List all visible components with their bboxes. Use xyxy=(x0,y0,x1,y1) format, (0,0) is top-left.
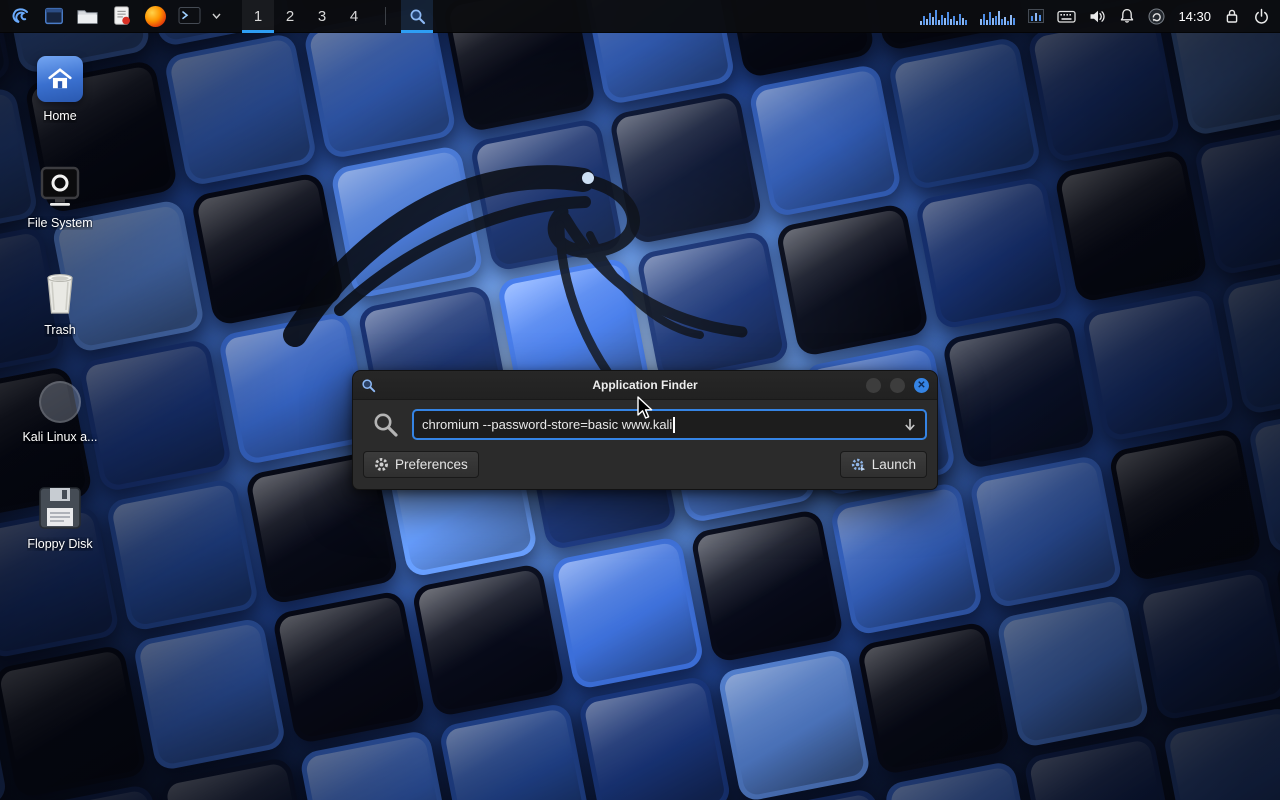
app-finder-task-button[interactable] xyxy=(401,0,433,33)
desktop: 1 2 3 4 xyxy=(0,0,1280,800)
home-icon xyxy=(37,50,83,102)
file-manager-icon xyxy=(76,5,99,28)
speaker-icon xyxy=(1089,9,1106,24)
launch-button[interactable]: Launch xyxy=(840,451,927,478)
titlebar-buttons: ✕ xyxy=(866,378,929,393)
file-manager-button[interactable] xyxy=(74,3,101,30)
bell-icon xyxy=(1119,8,1135,24)
floppy-disk-icon xyxy=(38,478,82,530)
trash-icon xyxy=(40,264,80,316)
volume-button[interactable] xyxy=(1089,9,1106,24)
app-finder-icon xyxy=(409,8,426,25)
close-button[interactable]: ✕ xyxy=(914,378,929,393)
launch-icon xyxy=(851,457,866,472)
terminal-icon xyxy=(178,6,201,26)
text-editor-icon xyxy=(111,5,133,27)
firefox-icon xyxy=(145,6,166,27)
terminal-button[interactable] xyxy=(176,3,203,30)
gear-icon xyxy=(374,457,389,472)
command-input[interactable]: chromium --password-store=basic www.kali xyxy=(412,409,927,440)
power-icon xyxy=(1253,8,1270,25)
kali-menu-icon xyxy=(9,5,31,27)
desktop-icon-label: Trash xyxy=(44,323,76,337)
text-caret xyxy=(673,417,675,433)
workspace-4[interactable]: 4 xyxy=(338,0,370,33)
clock[interactable]: 14:30 xyxy=(1178,9,1211,24)
lock-screen-button[interactable] xyxy=(1224,8,1240,24)
mini-graph-icon xyxy=(1028,9,1044,23)
panel-separator xyxy=(385,7,386,25)
minimize-button[interactable] xyxy=(866,378,881,393)
firefox-button[interactable] xyxy=(142,3,169,30)
desktop-icon-trash[interactable]: Trash xyxy=(12,264,108,371)
launch-label: Launch xyxy=(872,457,916,472)
desktop-icon-floppy-disk[interactable]: Floppy Disk xyxy=(12,478,108,585)
desktop-icon-list: Home File System xyxy=(12,50,108,585)
preferences-label: Preferences xyxy=(395,457,468,472)
update-icon xyxy=(1148,8,1165,25)
lock-icon xyxy=(1224,8,1240,24)
file-system-icon xyxy=(37,157,83,209)
desktop-icon-kali-shortcut[interactable]: Kali Linux a... xyxy=(12,371,108,478)
application-finder-window: Application Finder ✕ chromium --password… xyxy=(352,370,938,490)
desktop-icon-label: File System xyxy=(27,216,92,230)
history-dropdown-icon[interactable] xyxy=(903,417,917,432)
keyboard-layout-button[interactable] xyxy=(1057,9,1076,24)
search-icon xyxy=(372,411,399,438)
desktop-icon-label: Home xyxy=(43,109,76,123)
maximize-button[interactable] xyxy=(890,378,905,393)
workspace-2[interactable]: 2 xyxy=(274,0,306,33)
desktop-icon-label: Kali Linux a... xyxy=(22,430,97,444)
desktop-icon-home[interactable]: Home xyxy=(12,50,108,157)
command-text: chromium --password-store=basic www.kali xyxy=(422,417,672,432)
window-titlebar[interactable]: Application Finder ✕ xyxy=(353,371,937,400)
window-icon xyxy=(43,5,65,27)
workspace-1[interactable]: 1 xyxy=(242,0,274,33)
audio-spectrum-monitor-2 xyxy=(980,8,1015,25)
keyboard-icon xyxy=(1057,9,1076,24)
kali-menu-button[interactable] xyxy=(6,3,33,30)
preferences-button[interactable]: Preferences xyxy=(363,451,479,478)
window-title: Application Finder xyxy=(353,378,937,392)
chevron-down-icon xyxy=(212,13,221,19)
audio-spectrum-monitor-1 xyxy=(920,8,967,25)
update-status-button[interactable] xyxy=(1148,8,1165,25)
top-panel: 1 2 3 4 xyxy=(0,0,1280,33)
panel-left-group: 1 2 3 4 xyxy=(6,0,433,32)
window-launcher-button[interactable] xyxy=(40,3,67,30)
panel-tray: 14:30 xyxy=(920,0,1274,32)
terminal-dropdown-button[interactable] xyxy=(210,3,223,30)
workspace-3[interactable]: 3 xyxy=(306,0,338,33)
window-body: chromium --password-store=basic www.kali xyxy=(353,400,937,489)
workspace-switcher: 1 2 3 4 xyxy=(242,0,370,33)
text-editor-button[interactable] xyxy=(108,3,135,30)
logout-button[interactable] xyxy=(1253,8,1270,25)
notifications-button[interactable] xyxy=(1119,8,1135,24)
window-titlebar-icon xyxy=(361,378,376,393)
desktop-icon-file-system[interactable]: File System xyxy=(12,157,108,264)
desktop-icon-label: Floppy Disk xyxy=(27,537,92,551)
kali-shortcut-icon xyxy=(39,371,81,423)
